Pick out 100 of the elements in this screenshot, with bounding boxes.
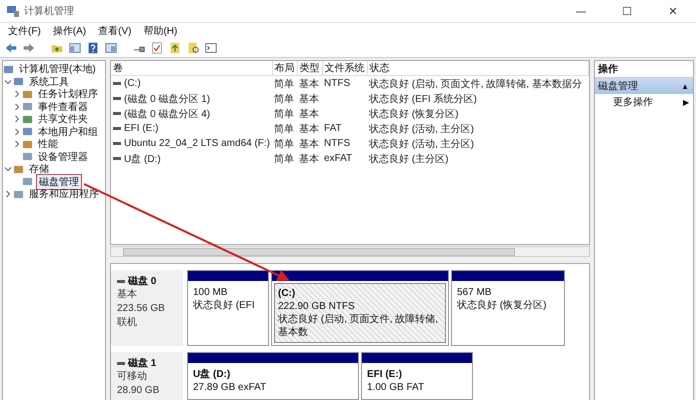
- partition-info: 状态良好 (启动, 页面文件, 故障转储, 基本数: [278, 313, 439, 339]
- table-cell: 简单: [274, 78, 294, 90]
- disk-info: 联机: [117, 316, 138, 330]
- volume-icon: [113, 157, 121, 160]
- volume-icon: [113, 82, 121, 85]
- window-title: 计算机管理: [24, 4, 75, 18]
- volume-icon: [113, 97, 121, 100]
- table-cell: 简单: [274, 154, 294, 164]
- chevron-icon[interactable]: [3, 189, 13, 200]
- table-cell: 状态良好 (活动, 主分区): [369, 138, 474, 150]
- table-cell: EFI (E:): [124, 123, 158, 134]
- tree-item[interactable]: 本地用户和组: [36, 124, 100, 139]
- table-cell: 基本: [299, 94, 320, 104]
- chevron-icon[interactable]: [12, 139, 22, 150]
- table-cell-text: (磁盘 0 磁盘分区 4): [124, 108, 210, 120]
- table-cell: 简单: [274, 138, 294, 150]
- partition-title: U盘 (D:): [193, 368, 232, 381]
- table-cell: 基本: [299, 124, 320, 134]
- partition-block[interactable]: (C:) 222.90 GB NTFS 状态良好 (启动, 页面文件, 故障转储, 基本数: [271, 270, 449, 346]
- table-cell-text: U盘 (D:): [124, 152, 161, 166]
- table-cell: NTFS: [324, 78, 350, 89]
- partition-info: 状态良好 (EFI: [193, 299, 256, 312]
- tree-item[interactable]: 系统工具: [27, 74, 71, 89]
- table-cell: FAT: [324, 123, 342, 134]
- disk-name: 磁盘 1: [128, 356, 156, 370]
- chevron-icon[interactable]: [12, 114, 22, 124]
- table-cell: NTFS: [324, 138, 350, 149]
- disk-name: 磁盘 0: [128, 274, 156, 288]
- page-search-icon[interactable]: [186, 41, 200, 55]
- check-document-icon[interactable]: [150, 41, 164, 55]
- volume-icon: [113, 127, 121, 130]
- node-icon: [22, 126, 33, 138]
- tree-item[interactable]: 计算机管理(本地): [17, 62, 98, 76]
- node-icon: [13, 188, 24, 200]
- node-icon: [3, 64, 14, 75]
- node-icon: [22, 114, 33, 125]
- close-button[interactable]: ✕: [650, 0, 696, 22]
- column-header[interactable]: 状态: [367, 61, 588, 76]
- console-window-icon[interactable]: [204, 41, 218, 55]
- volume-icon: [113, 112, 121, 115]
- page-up-icon[interactable]: [168, 41, 182, 55]
- tree-item[interactable]: 任务计划程序: [36, 87, 100, 102]
- menu-item[interactable]: 操作(A): [46, 24, 92, 38]
- tree-item[interactable]: 共享文件夹: [36, 112, 90, 126]
- partition-info: 1.00 GB FAT: [367, 381, 426, 394]
- pane-icon[interactable]: [104, 41, 118, 55]
- chevron-icon[interactable]: [12, 126, 22, 137]
- tree-item[interactable]: 性能: [36, 137, 60, 152]
- tree-item[interactable]: 事件查看器: [36, 100, 90, 114]
- horizontal-scrollbar[interactable]: [110, 246, 590, 257]
- table-cell: 状态良好 (主分区): [369, 154, 448, 164]
- column-header[interactable]: 文件系统: [322, 61, 368, 76]
- table-cell-text: (磁盘 0 磁盘分区 1): [124, 92, 210, 106]
- volume-icon: [113, 142, 121, 145]
- menu-item[interactable]: 帮助(H): [137, 24, 184, 38]
- table-cell: (C:): [124, 78, 141, 89]
- column-header[interactable]: 类型: [297, 61, 322, 76]
- table-cell: 状态良好 (EFI 系统分区): [369, 94, 477, 104]
- partition-block[interactable]: 567 MB 状态良好 (恢复分区): [451, 270, 565, 346]
- tree-item[interactable]: 磁盘管理: [36, 174, 82, 190]
- node-icon: [13, 76, 24, 88]
- node-icon: [22, 151, 33, 162]
- partition-block[interactable]: EFI (E:) 1.00 GB FAT: [361, 352, 473, 400]
- chevron-icon[interactable]: [12, 102, 22, 112]
- disk-info: 可移动: [117, 370, 148, 384]
- disk-info: 基本: [117, 288, 138, 302]
- node-icon: [22, 88, 33, 100]
- partition-info: 567 MB: [457, 286, 492, 299]
- disk-info: 223.56 GB: [117, 302, 166, 316]
- table-cell: 简单: [274, 108, 294, 120]
- table-cell: Ubuntu 22_04_2 LTS amd64 (F:): [124, 138, 270, 149]
- node-icon: [22, 138, 33, 150]
- table-cell: 状态良好 (启动, 页面文件, 故障转储, 基本数据分: [369, 78, 582, 90]
- partition-block[interactable]: 100 MB 状态良好 (EFI: [187, 270, 269, 346]
- table-cell: 简单: [274, 94, 294, 104]
- node-icon: [13, 164, 24, 175]
- partition-info: 状态良好 (恢复分区): [457, 299, 548, 312]
- menu-item[interactable]: 查看(V): [92, 24, 138, 38]
- pane-icon[interactable]: [68, 41, 82, 55]
- actions-section[interactable]: 磁盘管理 ▲: [595, 78, 693, 94]
- menu-item[interactable]: 文件(F): [2, 24, 47, 38]
- table-cell: exFAT: [324, 153, 352, 164]
- table-cell: 基本: [299, 78, 320, 90]
- back-arrow-icon[interactable]: [4, 41, 18, 55]
- maximize-button[interactable]: ☐: [604, 0, 650, 22]
- column-header[interactable]: 卷: [111, 61, 272, 76]
- minimize-button[interactable]: —: [558, 0, 604, 22]
- tree-item[interactable]: 设备管理器: [36, 150, 90, 164]
- partition-block[interactable]: U盘 (D:) 27.89 GB exFAT: [187, 352, 359, 400]
- table-cell: 基本: [299, 154, 320, 164]
- table-cell: 基本: [299, 108, 320, 120]
- tree-item[interactable]: 存储: [27, 162, 51, 176]
- table-cell: 简单: [274, 124, 294, 134]
- partition-info: 27.89 GB exFAT: [193, 381, 268, 394]
- column-header[interactable]: 布局: [272, 61, 298, 76]
- help-icon[interactable]: [86, 41, 100, 55]
- forward-arrow-icon[interactable]: [22, 41, 36, 55]
- partition-info: 100 MB: [193, 286, 228, 299]
- chevron-icon[interactable]: [12, 89, 22, 100]
- action-item[interactable]: 更多操作 ▶: [595, 94, 693, 110]
